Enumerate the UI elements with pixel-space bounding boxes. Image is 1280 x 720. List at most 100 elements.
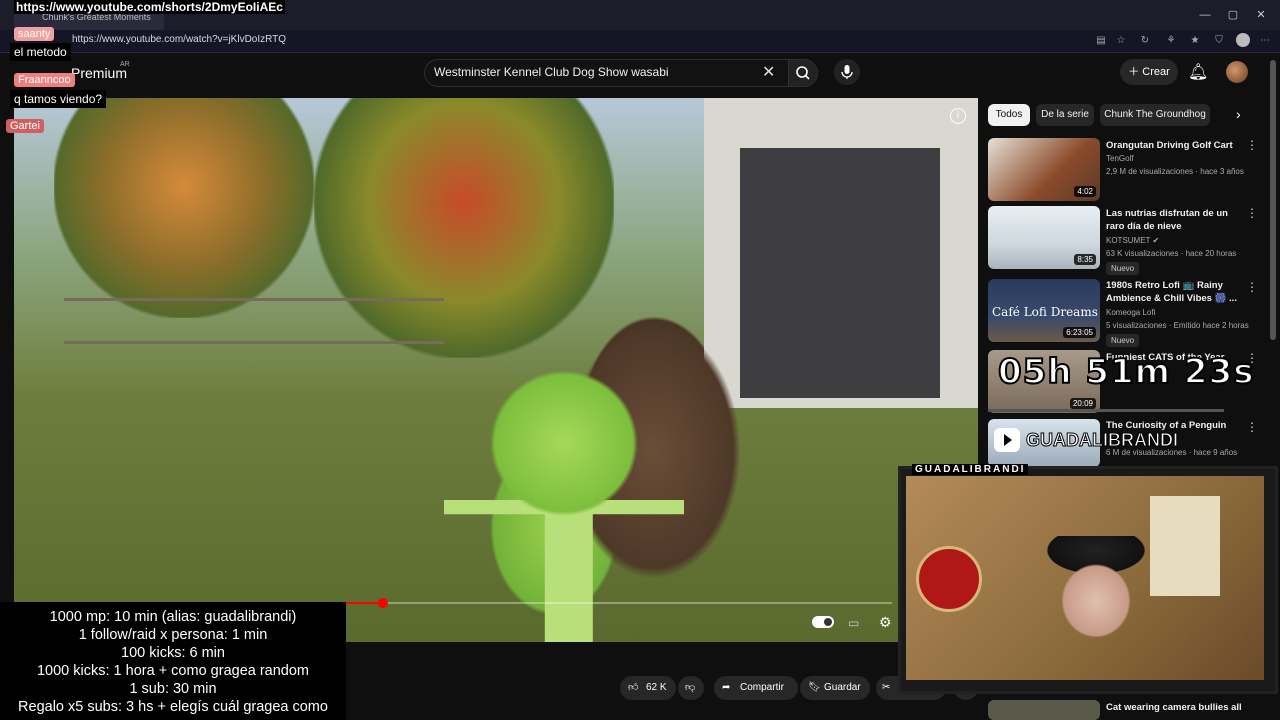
create-label: Crear <box>1142 66 1170 78</box>
autumn-tree <box>54 98 314 318</box>
goal-line: 1 follow/raid x persona: 1 min <box>78 627 268 643</box>
video-meta: 63 K visualizaciones · hace 20 horas <box>1106 249 1237 258</box>
video-meta: 2,9 M de visualizaciones · hace 3 años <box>1106 167 1244 176</box>
chip-series[interactable]: De la serie <box>1036 104 1094 126</box>
chat-message: Fraanncoo <box>10 70 79 88</box>
bookmark-icon: 🔖︎ <box>808 682 821 693</box>
goal-line: Regalo x5 subs: 3 hs + elegís cuál grage… <box>18 699 328 715</box>
plus-icon: ＋ <box>1128 66 1143 78</box>
notifications-bell-icon[interactable]: 🔔︎ <box>1188 62 1208 82</box>
goal-line: 1000 kicks: 1 hora + como gragea random <box>36 663 310 679</box>
extensions-icon[interactable]: ⚘ <box>1164 34 1178 48</box>
minimize-icon[interactable]: — <box>1198 8 1212 22</box>
webcam-label: GUADALIBRANDI <box>912 464 1029 475</box>
duration-badge: 20:09 <box>1069 398 1096 409</box>
wooden-fence <box>64 298 444 344</box>
progress-scrubber[interactable] <box>378 598 388 608</box>
search-icon <box>796 66 810 80</box>
favorite-star-icon[interactable]: ☆ <box>1114 34 1128 48</box>
info-icon[interactable]: i <box>950 108 966 124</box>
share-button[interactable]: ➦ Compartir <box>714 676 798 700</box>
thumbs-up-icon: 👍︎ <box>628 682 639 693</box>
search-button[interactable] <box>788 59 818 87</box>
goal-line: 100 kicks: 6 min <box>121 645 225 661</box>
like-button[interactable]: 👍︎ 62 K <box>620 676 676 700</box>
wanted-poster <box>1150 496 1220 596</box>
account-avatar[interactable] <box>1226 61 1248 83</box>
goal-line: 1 sub: 30 min <box>129 681 217 697</box>
clear-search-icon[interactable]: ✕ <box>762 62 775 82</box>
more-options-icon[interactable]: ⋮ <box>1246 206 1258 220</box>
chat-username: Gartei <box>6 119 44 133</box>
dislike-button[interactable]: 👎︎ <box>678 676 704 700</box>
duration-badge: 8:35 <box>1074 254 1096 265</box>
video-player[interactable] <box>14 98 978 642</box>
profile-icon[interactable] <box>1236 33 1250 47</box>
thumbnail-text: Café Lofi Dreams <box>992 305 1098 319</box>
video-title[interactable]: Orangutan Driving Golf Cart <box>1106 139 1246 152</box>
channel-name[interactable]: Komeoga Lofi <box>1106 308 1256 317</box>
chat-username: Fraanncoo <box>14 73 75 87</box>
save-button[interactable]: 🔖︎ Guardar <box>800 676 870 700</box>
channel-name[interactable]: TenGolf <box>1106 154 1256 163</box>
webcam-feed <box>906 476 1264 680</box>
create-button[interactable]: ＋ Crear <box>1120 59 1178 85</box>
save-label: Guardar <box>824 682 861 693</box>
watch-progress-bar <box>988 409 1224 412</box>
reader-icon[interactable]: ▤ <box>1094 34 1108 48</box>
like-count: 62 K <box>646 682 667 693</box>
country-code: AR <box>120 61 130 68</box>
progress-bar[interactable] <box>346 602 892 604</box>
duration-badge: 4:02 <box>1074 186 1096 197</box>
chat-username: saanty <box>14 27 55 41</box>
scissors-icon: ✂ <box>882 682 891 693</box>
refresh-icon[interactable]: ↻ <box>1138 34 1152 48</box>
shorts-url-overlay: https://www.youtube.com/shorts/2DmyEoIiA… <box>14 0 285 14</box>
platform-sign <box>916 546 982 612</box>
channel-name[interactable]: KOTSUMET ✔ <box>1106 236 1256 245</box>
more-options-icon[interactable]: ⋮ <box>1246 138 1258 152</box>
chat-message: saanty <box>10 24 58 42</box>
page-scrollbar[interactable] <box>1270 60 1276 340</box>
share-label: Compartir <box>740 682 784 693</box>
thumbnail[interactable]: 4:02 <box>988 138 1100 201</box>
subtitles-icon[interactable]: ▭ <box>848 616 859 630</box>
maximize-icon[interactable]: ▢ <box>1226 8 1240 22</box>
goal-line: 1000 mp: 10 min (alias: guadalibrandi) <box>49 609 297 625</box>
chip-chunk[interactable]: Chunk The Groundhog <box>1100 104 1210 126</box>
video-title[interactable]: Las nutrias disfrutan de un raro día de … <box>1106 207 1246 233</box>
thumbnail[interactable]: 8:35 <box>988 206 1100 269</box>
duration-badge: 6:23:05 <box>1063 327 1096 338</box>
settings-gear-icon[interactable]: ⚙ <box>879 614 892 631</box>
thumbnail[interactable] <box>988 700 1100 720</box>
more-options-icon[interactable]: ⋮ <box>1246 420 1258 434</box>
autoplay-toggle[interactable] <box>812 616 834 628</box>
youtube-logo-icon <box>994 428 1020 452</box>
microphone-icon <box>841 65 853 79</box>
chat-text: el metodo <box>10 43 71 61</box>
chips-next-icon[interactable]: › <box>1236 106 1241 122</box>
share-icon: ➦ <box>722 682 731 693</box>
shield-icon[interactable]: ⛉ <box>1212 34 1226 48</box>
verified-icon: ✔ <box>1152 236 1160 245</box>
thumbs-down-icon: 👎︎ <box>685 682 696 693</box>
streamer-name: GUADALIBRANDI <box>1026 430 1179 451</box>
new-badge: Nuevo <box>1106 334 1140 347</box>
chip-all[interactable]: Todos <box>988 104 1030 126</box>
subathon-timer: 05h 51m 23s <box>997 351 1255 393</box>
video-meta: 5 visualizaciones · Emitido hace 2 horas <box>1106 321 1249 330</box>
video-title[interactable]: 1980s Retro Lofi 📺 Rainy Ambience & Chil… <box>1106 279 1246 305</box>
thumbnail[interactable]: Café Lofi Dreams 6:23:05 <box>988 279 1100 342</box>
chat-message: Gartei <box>2 116 48 134</box>
voice-search-button[interactable] <box>834 59 860 85</box>
new-badge: Nuevo <box>1106 262 1140 275</box>
favorites-icon[interactable]: ★ <box>1188 34 1202 48</box>
video-title[interactable]: Cat wearing camera bullies all <box>1106 701 1246 714</box>
address-url[interactable]: https://www.youtube.com/watch?v=jKlvDoIz… <box>72 34 286 45</box>
more-options-icon[interactable]: ⋮ <box>1246 280 1258 294</box>
search-query[interactable]: Westminster Kennel Club Dog Show wasabi <box>434 65 669 79</box>
youtube-premium-logo[interactable]: Premium <box>71 65 127 81</box>
chat-text: q tamos viendo? <box>10 90 107 108</box>
close-window-icon[interactable]: ✕ <box>1254 8 1268 22</box>
more-menu-icon[interactable]: ⋯ <box>1258 34 1272 48</box>
